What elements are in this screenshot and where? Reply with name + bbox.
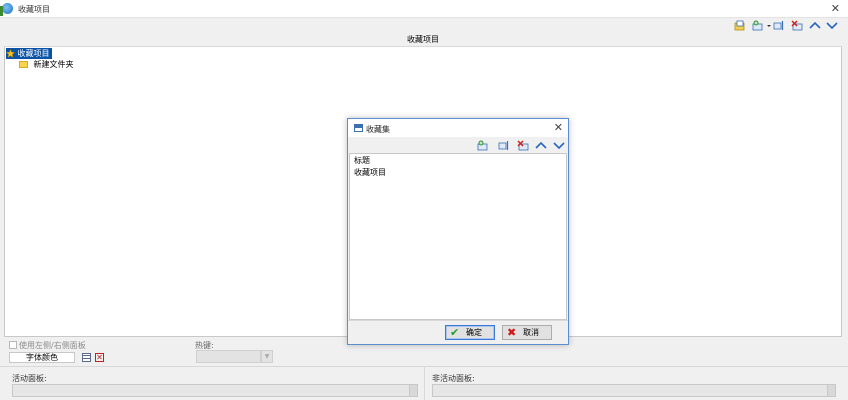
hotkey-input[interactable] (196, 350, 261, 363)
delete-item-icon[interactable] (517, 140, 529, 151)
move-down-icon[interactable] (826, 20, 838, 31)
inactive-panel-label: 非活动面板: (432, 374, 475, 383)
dropdown-handle[interactable] (827, 385, 835, 396)
cross-icon: ✖ (507, 326, 517, 339)
insert-separator-icon[interactable] (773, 20, 785, 31)
insert-separator-icon[interactable] (498, 140, 510, 151)
star-icon (6, 49, 15, 58)
dialog-title: 收藏集 (366, 125, 390, 134)
delete-item-icon[interactable] (791, 20, 803, 31)
app-globe-icon (2, 3, 13, 14)
add-item-icon[interactable] (752, 20, 764, 31)
window-icon (354, 124, 363, 132)
use-left-right-panel-checkbox[interactable] (9, 341, 17, 349)
options-panel: 使用左侧/右侧面板 字体颜色 ✕ 热键: ▼ 活动面板: 非活动面板: (0, 337, 848, 400)
cancel-label: 取消 (523, 328, 539, 337)
dialog-close-icon[interactable]: ✕ (554, 121, 563, 134)
chevron-down-icon[interactable]: ▼ (261, 350, 273, 363)
tree-item-folder[interactable]: 新建文件夹 (19, 59, 74, 70)
move-up-icon[interactable] (535, 140, 547, 151)
favorites-dialog: 收藏集 ✕ 标题 收藏项目 ✔ 确定 ✖ 取消 (347, 118, 569, 345)
divider (424, 367, 425, 400)
tree-column-header[interactable]: 收藏项目 (4, 33, 842, 47)
list-item[interactable]: 收藏项目 (354, 167, 386, 179)
checkbox-label: 使用左侧/右侧面板 (19, 341, 86, 350)
move-up-icon[interactable] (809, 20, 821, 31)
main-toolbar (0, 18, 848, 33)
dropdown-arrow-icon[interactable] (765, 20, 773, 31)
dialog-item-list[interactable]: 标题 收藏项目 (349, 153, 567, 320)
window-title: 收藏项目 (18, 5, 50, 14)
grid-icon[interactable] (82, 353, 91, 362)
dialog-title-bar: 收藏集 ✕ (348, 119, 568, 137)
clear-icon[interactable]: ✕ (95, 353, 104, 362)
inactive-panel-field[interactable] (432, 384, 836, 397)
tree-item-label: 新建文件夹 (33, 60, 74, 69)
ok-button[interactable]: ✔ 确定 (445, 325, 495, 340)
ok-label: 确定 (466, 328, 482, 337)
dialog-toolbar (348, 137, 568, 153)
check-icon: ✔ (450, 326, 460, 339)
font-color-button[interactable]: 字体颜色 (9, 352, 75, 363)
tree-item-root[interactable]: 收藏项目 (6, 48, 52, 59)
tree-item-label: 收藏项目 (17, 49, 50, 58)
cancel-button[interactable]: ✖ 取消 (502, 325, 552, 340)
move-down-icon[interactable] (553, 140, 565, 151)
window-title-bar: 收藏项目 ✕ (0, 0, 848, 18)
dialog-footer: ✔ 确定 ✖ 取消 (348, 320, 568, 344)
new-folder-icon[interactable] (734, 20, 746, 31)
background-app-edge (0, 6, 3, 16)
window-close-icon[interactable]: ✕ (831, 2, 840, 15)
dropdown-handle[interactable] (409, 385, 417, 396)
folder-icon (19, 61, 28, 68)
add-item-icon[interactable] (477, 140, 489, 151)
active-panel-label: 活动面板: (12, 374, 47, 383)
list-item[interactable]: 标题 (354, 155, 370, 167)
active-panel-field[interactable] (12, 384, 418, 397)
